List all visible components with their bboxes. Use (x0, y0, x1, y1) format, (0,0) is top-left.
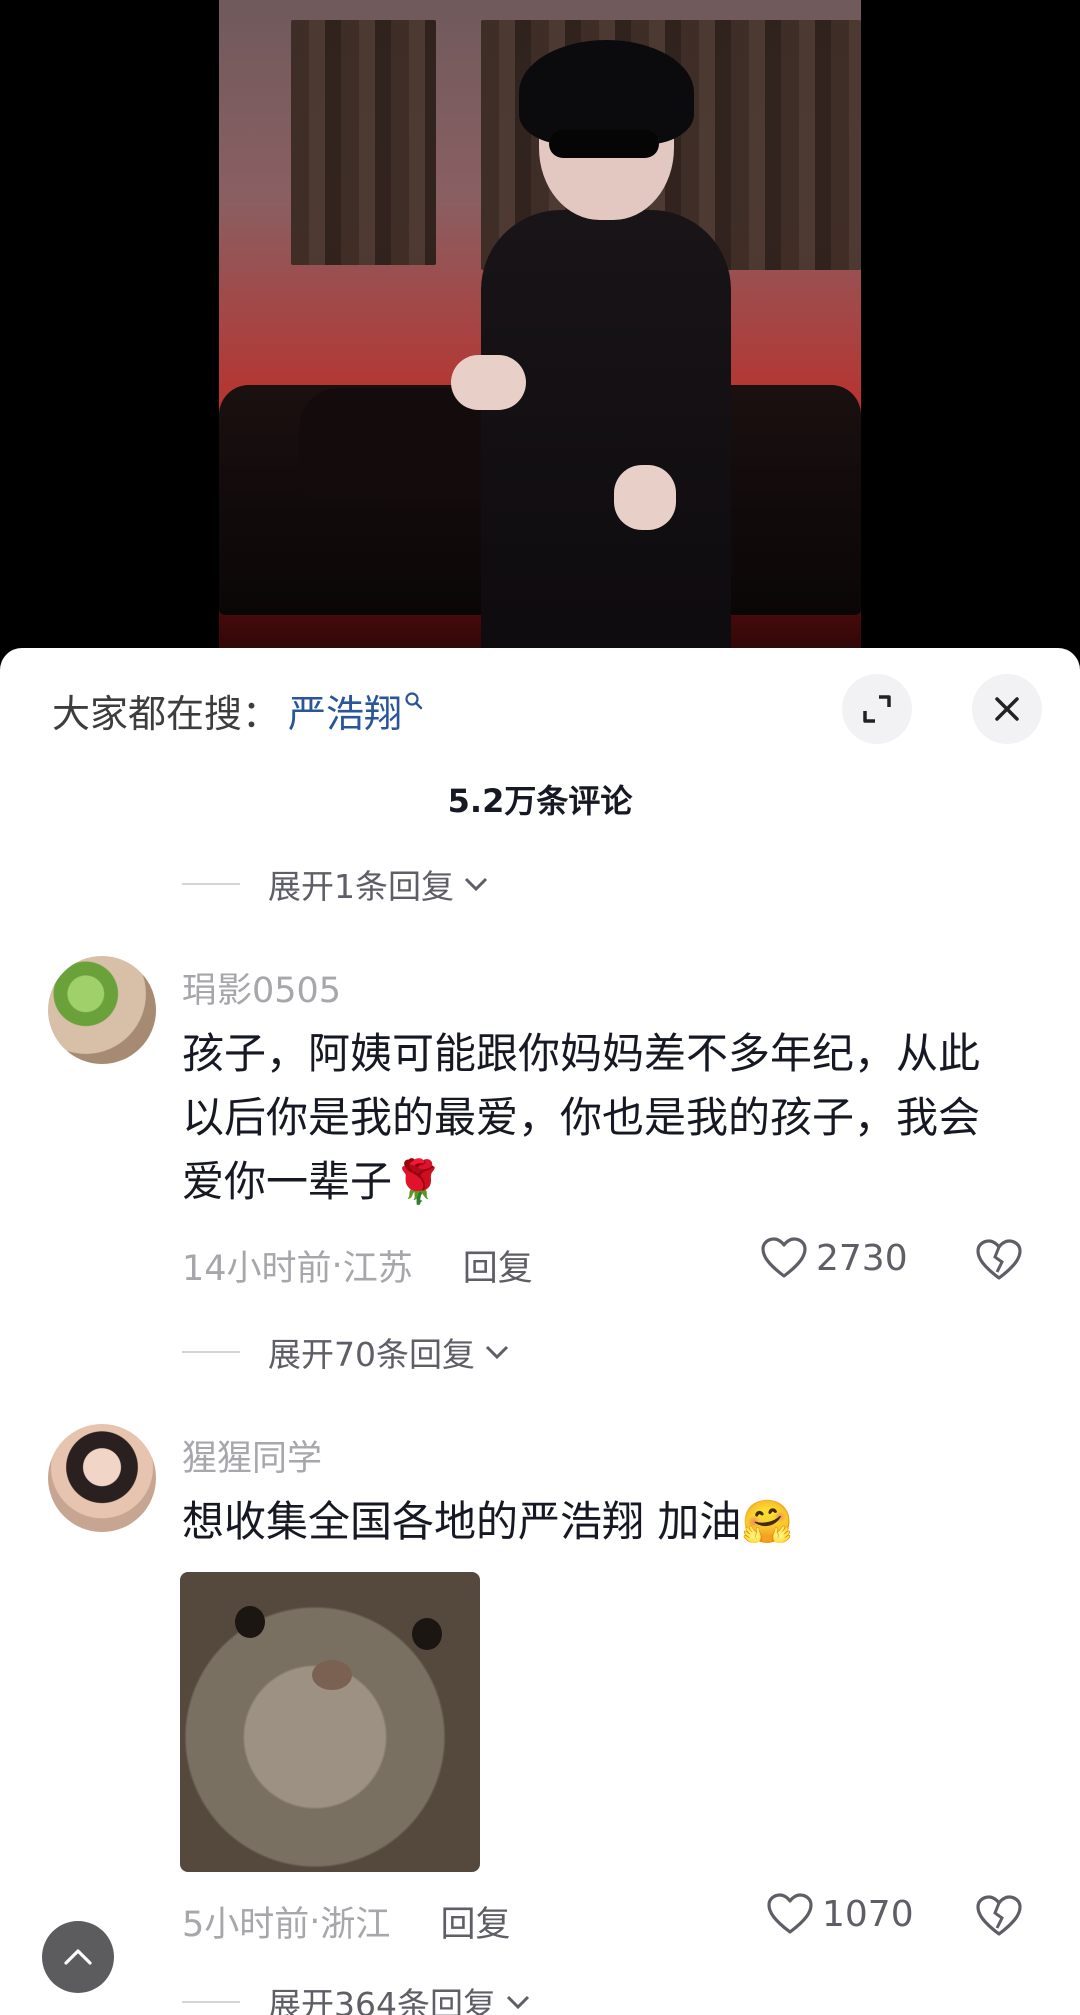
expand-replies-label: 展开1条回复 (268, 867, 454, 906)
reply-button[interactable]: 回复 (440, 1896, 510, 1947)
comment-sheet: 大家都在搜： 严浩翔 5.2万条评论 展开1条回复 琄影0505 孩子，阿姨可能… (0, 648, 1080, 2015)
expand-replies-button[interactable]: 展开1条回复 (182, 860, 490, 908)
like-count: 2730 (816, 1237, 908, 1279)
expand-button[interactable] (842, 674, 912, 744)
search-term-link[interactable]: 严浩翔 (288, 683, 402, 738)
trending-search[interactable]: 大家都在搜： 严浩翔 (52, 686, 424, 736)
hand (451, 355, 526, 410)
comment-time: 14小时前 (182, 1249, 332, 1289)
chevron-up-icon (64, 1949, 92, 1965)
expand-icon (863, 695, 891, 723)
scroll-to-top-button[interactable] (42, 1921, 114, 1993)
sunglasses (549, 130, 659, 158)
close-button[interactable] (972, 674, 1042, 744)
hamster-eye (412, 1618, 442, 1650)
video-player[interactable] (0, 0, 1080, 660)
search-icon (405, 692, 423, 710)
chevron-down-icon (485, 1345, 509, 1360)
expand-replies-label: 展开70条回复 (268, 1335, 475, 1374)
heart-icon (761, 1237, 807, 1278)
avatar[interactable] (48, 956, 156, 1064)
meta-separator: · (309, 1901, 321, 1942)
wall-panel (291, 20, 436, 265)
heart-icon (767, 1893, 813, 1934)
dislike-button[interactable] (975, 1894, 1023, 1942)
like-button[interactable]: 1070 (766, 1892, 914, 1936)
comment-time: 5小时前 (182, 1905, 310, 1945)
chevron-down-icon (464, 877, 488, 892)
comment-username[interactable]: 猩猩同学 (182, 1430, 322, 1481)
like-button[interactable]: 2730 (760, 1236, 908, 1280)
dislike-button[interactable] (975, 1238, 1023, 1286)
comment-text: 想收集全国各地的严浩翔 加油🤗 (182, 1497, 794, 1546)
search-prefix: 大家都在搜： (52, 691, 281, 736)
expand-replies-button[interactable]: 展开364条回复 (182, 1978, 532, 2015)
reply-button[interactable]: 回复 (463, 1240, 533, 1291)
hamster-eye (235, 1606, 265, 1638)
comments-count: 5.2万条评论 (447, 782, 633, 820)
meta-separator: · (331, 1245, 343, 1286)
comment-meta: 14小时前 · 江苏 回复 (182, 1240, 533, 1291)
chevron-down-icon (506, 1995, 530, 2010)
expand-replies-button[interactable]: 展开70条回复 (182, 1328, 511, 1376)
comment-location: 浙江 (320, 1905, 391, 1945)
avatar[interactable] (48, 1424, 156, 1532)
broken-heart-icon (976, 1239, 1022, 1280)
expand-replies-label: 展开364条回复 (268, 1985, 496, 2015)
like-count: 1070 (822, 1893, 914, 1935)
person-body (481, 210, 731, 660)
comment-image[interactable] (180, 1572, 480, 1872)
divider (182, 1351, 240, 1353)
divider (182, 883, 240, 885)
hand (614, 465, 676, 530)
comment-location: 江苏 (342, 1249, 413, 1289)
comment-username[interactable]: 琄影0505 (182, 962, 341, 1013)
comment-text: 孩子，阿姨可能跟你妈妈差不多年纪，从此以后你是我的最爱，你也是我的孩子，我会爱你… (182, 1029, 981, 1206)
divider (182, 2001, 240, 2003)
hamster-nose (312, 1660, 352, 1690)
video-frame (219, 0, 861, 660)
comment-meta: 5小时前 · 浙江 回复 (182, 1896, 510, 1947)
close-icon (995, 697, 1019, 721)
broken-heart-icon (976, 1895, 1022, 1936)
